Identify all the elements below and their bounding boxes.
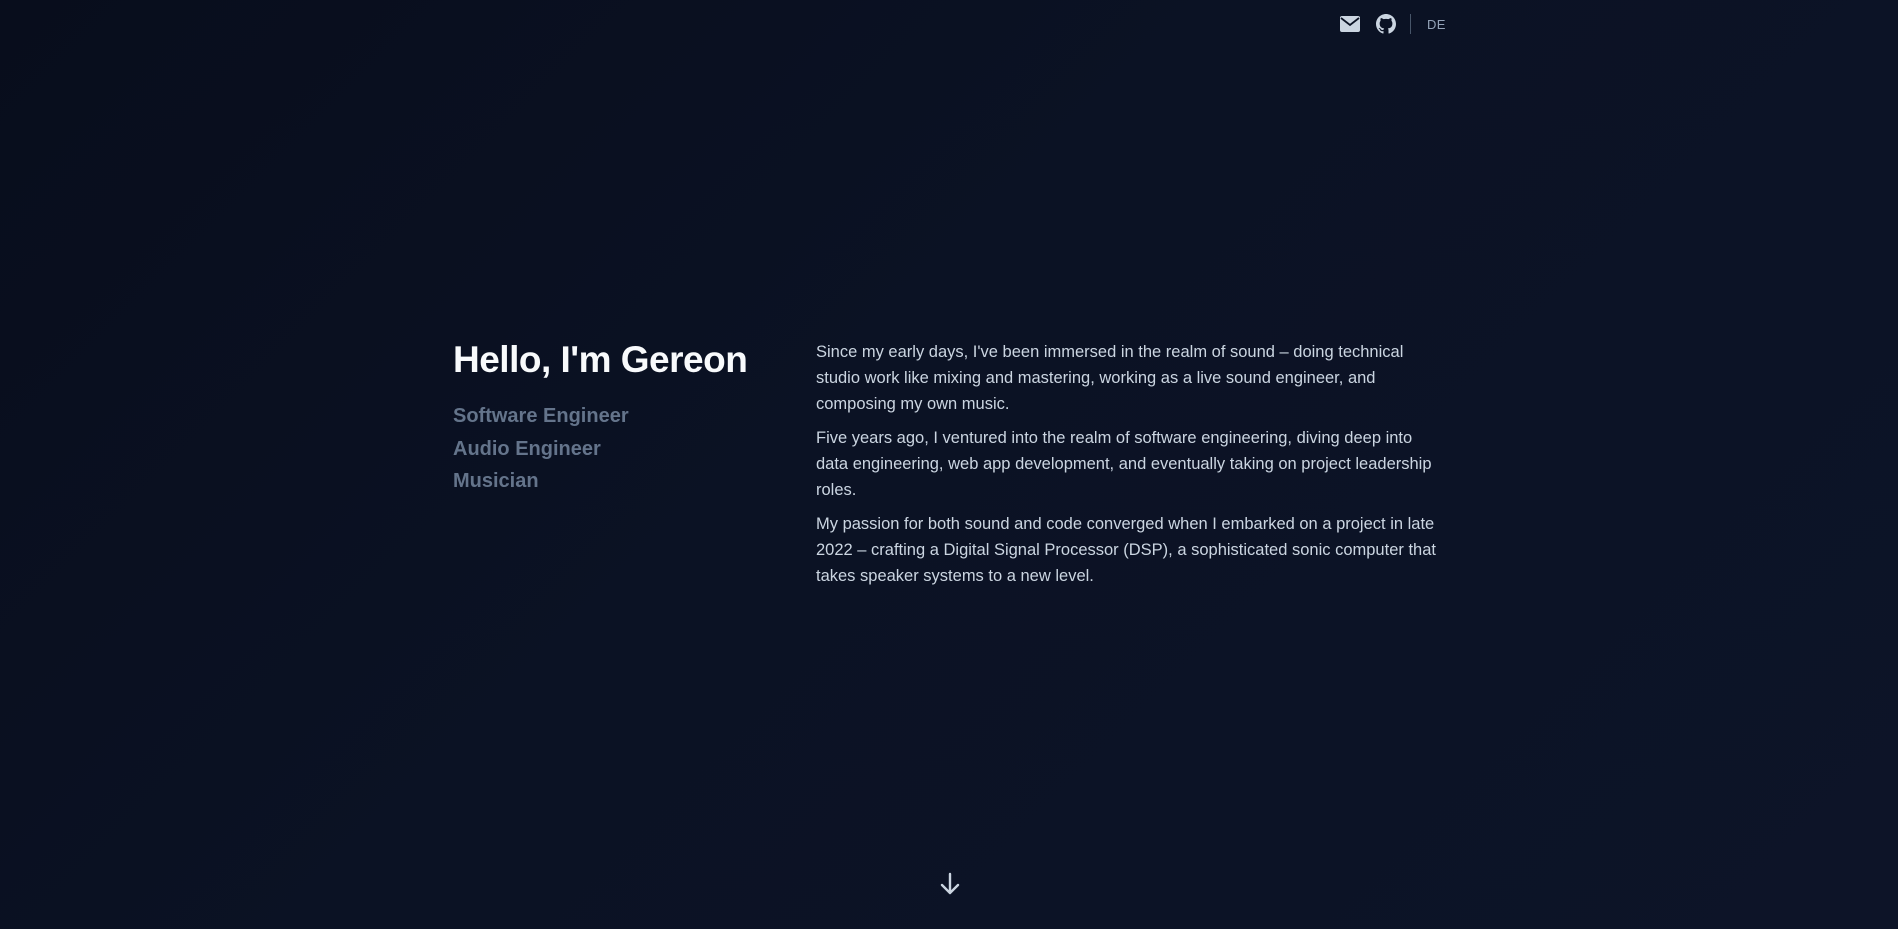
language-switch-link[interactable]: DE xyxy=(1427,17,1446,32)
hero-title: Hello, I'm Gereon xyxy=(453,339,748,380)
arrow-down-icon xyxy=(939,872,961,901)
hero-intro: Hello, I'm Gereon Software Engineer Audi… xyxy=(453,334,793,498)
github-icon xyxy=(1376,14,1396,34)
nav-divider xyxy=(1410,14,1411,34)
github-link[interactable] xyxy=(1374,12,1398,36)
email-link[interactable] xyxy=(1338,12,1362,36)
roles-list: Software Engineer Audio Engineer Musicia… xyxy=(453,400,793,498)
bio-paragraph: My passion for both sound and code conve… xyxy=(816,515,1436,585)
bio-paragraph: Five years ago, I ventured into the real… xyxy=(816,429,1432,499)
envelope-icon xyxy=(1340,16,1360,32)
hero-bio: Since my early days, I've been immersed … xyxy=(816,339,1446,597)
scroll-down-button[interactable] xyxy=(937,872,963,901)
role-item: Musician xyxy=(453,470,539,492)
role-item: Audio Engineer xyxy=(453,437,601,460)
role-item: Software Engineer xyxy=(453,405,629,427)
top-nav: DE xyxy=(1338,12,1446,36)
bio-paragraph: Since my early days, I've been immersed … xyxy=(816,343,1404,413)
